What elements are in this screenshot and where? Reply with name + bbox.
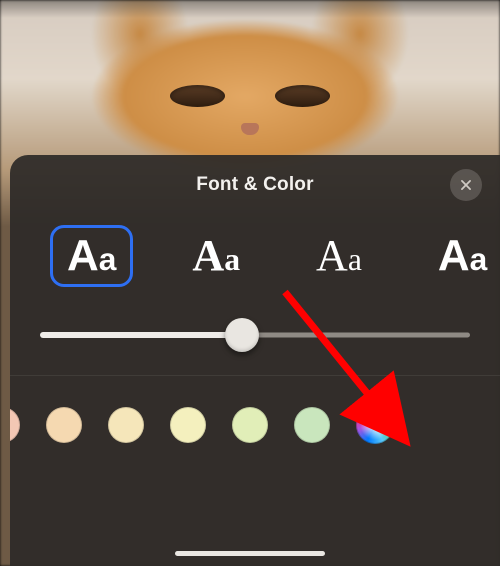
font-color-sheet: Font & Color Aa Aa Aa Aa bbox=[10, 155, 500, 566]
slider-thumb[interactable] bbox=[225, 318, 259, 352]
slider-track-filled bbox=[40, 332, 242, 338]
font-option-1[interactable]: Aa bbox=[175, 225, 257, 287]
close-icon bbox=[459, 178, 473, 192]
screenshot-viewport: Font & Color Aa Aa Aa Aa bbox=[0, 0, 500, 566]
font-options-row: Aa Aa Aa Aa bbox=[10, 215, 500, 287]
color-swatch-2[interactable] bbox=[108, 407, 144, 443]
color-swatch-4[interactable] bbox=[232, 407, 268, 443]
color-swatch-3[interactable] bbox=[170, 407, 206, 443]
color-swatch-5[interactable] bbox=[294, 407, 330, 443]
font-option-3[interactable]: Aa bbox=[421, 225, 500, 287]
font-option-0[interactable]: Aa bbox=[50, 225, 133, 287]
wallpaper-detail bbox=[170, 85, 225, 107]
color-swatch-row bbox=[10, 376, 500, 474]
color-swatch-0[interactable] bbox=[10, 407, 20, 443]
top-fade bbox=[0, 0, 500, 18]
wallpaper-detail bbox=[275, 85, 330, 107]
color-wheel-button[interactable] bbox=[356, 406, 394, 444]
slider-track-remaining bbox=[242, 333, 470, 338]
font-option-2[interactable]: Aa bbox=[299, 225, 379, 287]
close-button[interactable] bbox=[450, 169, 482, 201]
home-indicator[interactable] bbox=[175, 551, 325, 556]
sheet-header: Font & Color bbox=[10, 155, 500, 215]
weight-slider[interactable] bbox=[40, 325, 470, 345]
color-swatch-1[interactable] bbox=[46, 407, 82, 443]
weight-slider-container bbox=[10, 287, 500, 375]
sheet-title: Font & Color bbox=[196, 174, 313, 196]
